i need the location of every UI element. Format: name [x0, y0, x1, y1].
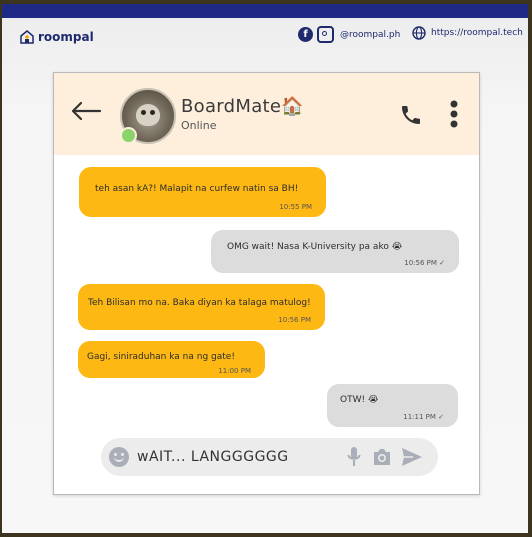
online-indicator	[120, 127, 137, 144]
more-vertical-icon[interactable]	[450, 100, 458, 128]
message-bubble: OMG wait! Nasa K-University pa ako 😭 10:…	[211, 230, 459, 273]
back-arrow-icon[interactable]	[70, 101, 102, 121]
message-time: 10:56 PM	[278, 316, 311, 324]
house-logo-icon	[20, 30, 34, 44]
brand-logo: roompal	[20, 30, 94, 44]
message-time: 11:00 PM	[218, 367, 251, 375]
message-time: 10:56 PM ✓	[404, 259, 445, 267]
microphone-icon[interactable]	[347, 446, 361, 468]
message-bubble: OTW! 😭 11:11 PM ✓	[327, 384, 458, 427]
emoji-icon[interactable]	[109, 447, 129, 467]
message-bubble: Teh Bilisan mo na. Baka diyan ka talaga …	[78, 284, 325, 330]
social-handle[interactable]: @roompal.ph	[340, 30, 400, 40]
message-time: 10:55 PM	[279, 203, 312, 211]
website-url[interactable]: https://roompal.tech	[431, 28, 523, 38]
chat-header: BoardMate🏠 Online	[54, 73, 479, 155]
message-text: teh asan kA?! Malapit na curfew natin sa…	[95, 184, 299, 194]
contact-name: BoardMate🏠	[181, 96, 305, 117]
chat-window: BoardMate🏠 Online teh asan kA?! Malapit …	[53, 72, 480, 495]
contact-status: Online	[181, 119, 217, 132]
message-composer[interactable]: wAIT... LANGGGGGG	[101, 438, 438, 476]
send-icon[interactable]	[401, 447, 423, 467]
message-bubble: Gagi, siniraduhan ka na ng gate! 11:00 P…	[78, 341, 265, 378]
message-text: OTW! 😭	[340, 395, 379, 405]
website-link[interactable]: https://roompal.tech	[412, 26, 523, 40]
message-time: 11:11 PM ✓	[403, 413, 444, 421]
brand-name: roompal	[38, 30, 94, 44]
phone-icon[interactable]	[399, 103, 423, 127]
camera-icon[interactable]	[372, 448, 392, 466]
instagram-icon[interactable]	[317, 26, 334, 43]
top-accent-bar	[2, 4, 528, 18]
globe-icon	[412, 26, 426, 40]
message-text: OMG wait! Nasa K-University pa ako 😭	[227, 242, 403, 252]
message-text: Teh Bilisan mo na. Baka diyan ka talaga …	[88, 298, 311, 308]
facebook-icon[interactable]: f	[298, 27, 313, 42]
message-text: Gagi, siniraduhan ka na ng gate!	[87, 352, 235, 362]
social-links: f @roompal.ph	[298, 26, 400, 43]
message-bubble: teh asan kA?! Malapit na curfew natin sa…	[79, 167, 326, 217]
message-input[interactable]: wAIT... LANGGGGGG	[137, 449, 289, 465]
